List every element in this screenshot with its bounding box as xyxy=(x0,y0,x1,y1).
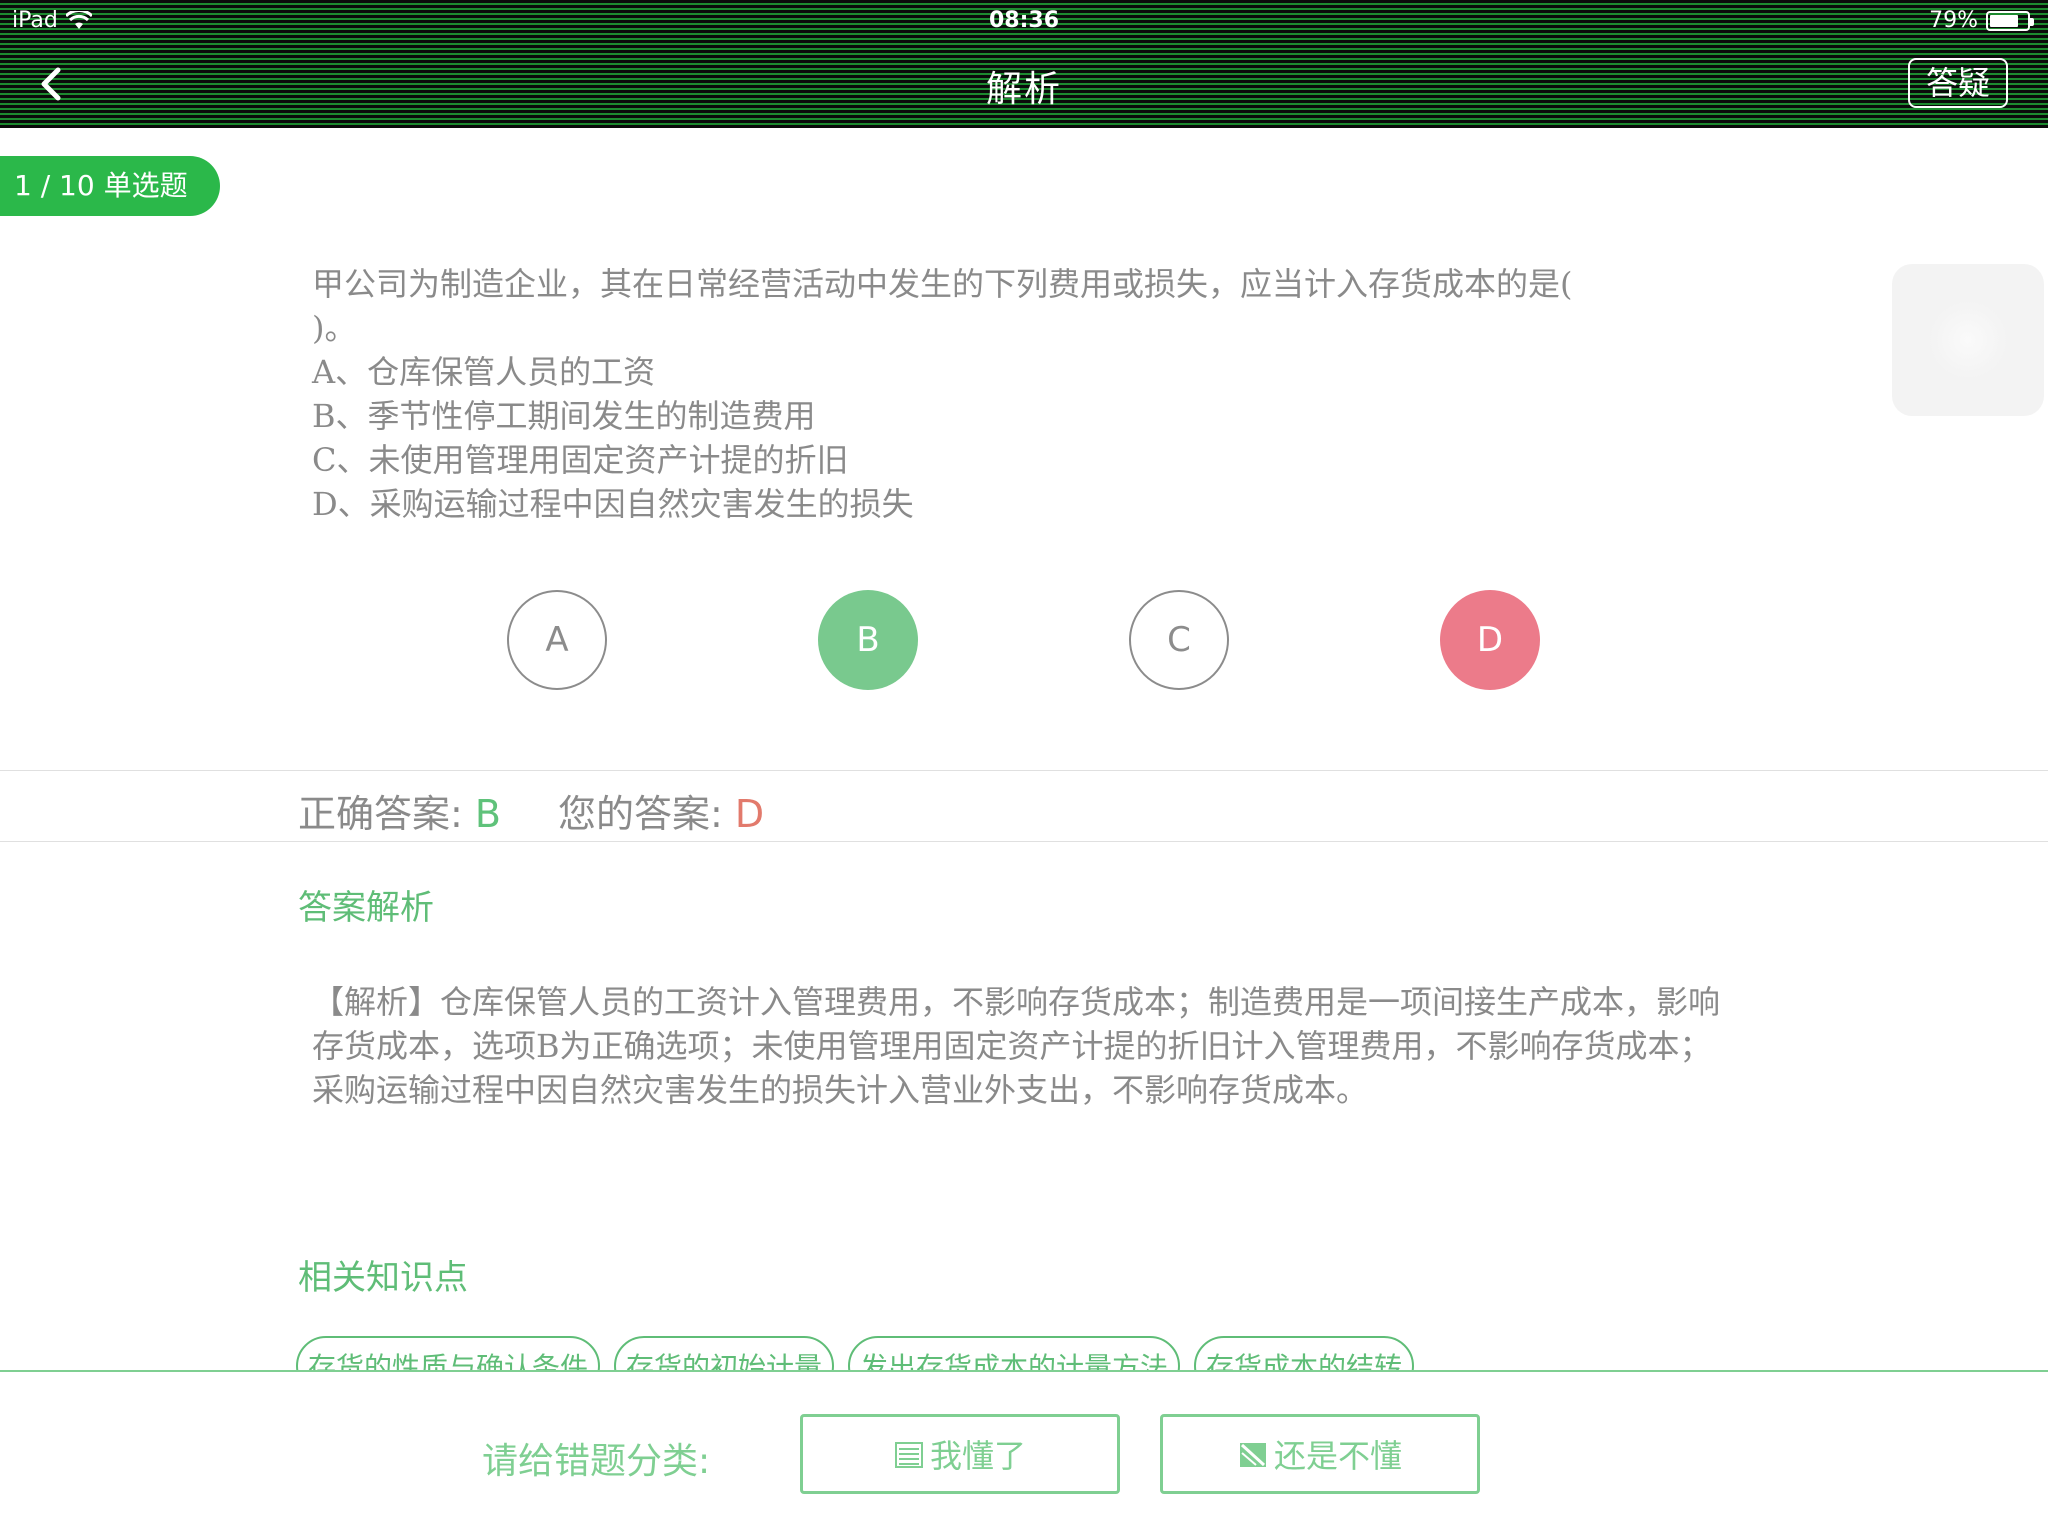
your-answer-label: 您的答案: xyxy=(558,792,735,836)
choice-a-button[interactable]: A xyxy=(507,590,607,690)
question-counter-badge: 1 / 10 单选题 xyxy=(0,156,220,216)
correct-answer-label: 正确答案: xyxy=(298,792,475,836)
question-stem: 甲公司为制造企业，其在日常经营活动中发生的下列费用或损失，应当计入存货成本的是( xyxy=(312,265,1573,303)
not-understood-icon xyxy=(1239,1443,1266,1467)
battery-percent: 79% xyxy=(1929,8,1978,33)
battery-fill xyxy=(1990,14,2019,27)
choice-d-button[interactable]: D xyxy=(1440,590,1540,690)
choice-c-button[interactable]: C xyxy=(1129,590,1229,690)
choice-b-button[interactable]: B xyxy=(818,590,918,690)
understood-button[interactable]: 我懂了 xyxy=(800,1414,1120,1494)
status-bar: iPad 08:36 79% xyxy=(0,0,2048,40)
not-understood-label: 还是不懂 xyxy=(1273,1437,1402,1475)
option-text-b: B、季节性停工期间发生的制造费用 xyxy=(312,397,816,435)
understood-label: 我懂了 xyxy=(929,1437,1026,1475)
battery-icon xyxy=(1986,10,2034,31)
header: iPad 08:36 79% 解析 答疑 xyxy=(0,0,2048,128)
your-answer: 您的答案: D xyxy=(558,783,764,838)
knowledge-tag[interactable]: 存货的初始计量 xyxy=(614,1336,835,1372)
option-text-d: D、采购运输过程中因自然灾害发生的损失 xyxy=(312,485,914,523)
question-block: 甲公司为制造企业，其在日常经营活动中发生的下列费用或损失，应当计入存货成本的是(… xyxy=(312,262,1732,526)
page: iPad 08:36 79% 解析 答疑 1 / 10 单选题 甲公司为制造企业… xyxy=(0,0,2048,1536)
knowledge-title: 相关知识点 xyxy=(298,1258,468,1298)
knowledge-tag[interactable]: 存货的性质与确认条件 xyxy=(296,1336,601,1372)
status-time: 08:36 xyxy=(988,8,1060,33)
answer-row: 正确答案: B 您的答案: D xyxy=(0,770,2048,842)
your-answer-value: D xyxy=(734,792,765,836)
knowledge-tags: 存货的性质与确认条件 存货的初始计量 发出存货成本的计量方法 存货成本的结转 xyxy=(296,1336,1415,1372)
status-right: 79% xyxy=(1929,8,2034,33)
analysis-text: 【解析】仓库保管人员的工资计入管理费用，不影响存货成本；制造费用是一项间接生产成… xyxy=(312,983,1721,1109)
nav-bar: 解析 答疑 xyxy=(0,48,2048,120)
analysis-title: 答案解析 xyxy=(298,888,434,928)
qa-button[interactable]: 答疑 xyxy=(1908,58,2008,108)
knowledge-tag[interactable]: 存货成本的结转 xyxy=(1194,1336,1415,1372)
option-text-c: C、未使用管理用固定资产计提的折旧 xyxy=(312,441,849,479)
question-stem-end: )。 xyxy=(312,309,357,347)
battery-tip xyxy=(2030,17,2034,26)
correct-answer: 正确答案: B xyxy=(298,783,501,838)
bottom-bar: 请给错题分类: 我懂了 还是不懂 xyxy=(0,1370,2048,1536)
not-understood-button[interactable]: 还是不懂 xyxy=(1160,1414,1480,1494)
knowledge-tag[interactable]: 发出存货成本的计量方法 xyxy=(848,1336,1181,1372)
classify-label: 请给错题分类: xyxy=(482,1441,711,1482)
correct-answer-value: B xyxy=(474,792,501,836)
option-text-a: A、仓库保管人员的工资 xyxy=(312,353,656,391)
side-card[interactable] xyxy=(1892,264,2044,416)
choice-buttons: A B C D xyxy=(0,590,2048,690)
page-title: 解析 xyxy=(985,69,1062,110)
understood-icon xyxy=(894,1442,923,1468)
side-card-glow xyxy=(1928,300,2008,380)
